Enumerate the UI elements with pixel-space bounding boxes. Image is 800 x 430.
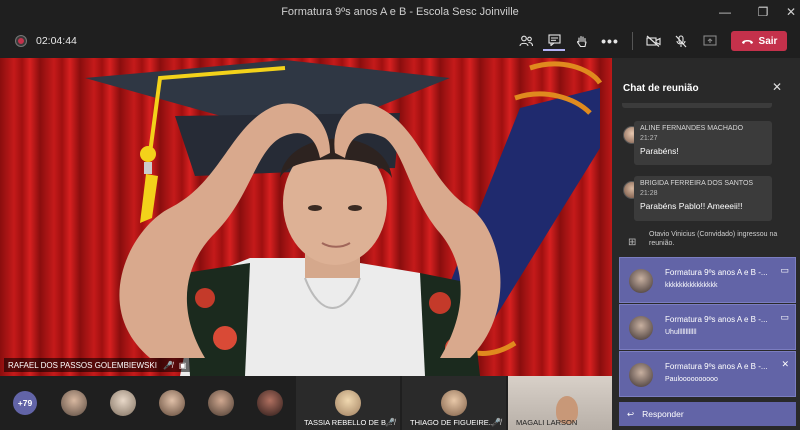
notification-avatar [629,316,653,340]
hang-up-icon [741,39,753,44]
meeting-timer: 02:04:44 [36,35,77,47]
chat-notification[interactable]: Formatura 9ºs anos A e B -... Pauloooooo… [619,351,796,397]
more-options-button[interactable]: ••• [599,31,621,51]
message-time: 21:27 [640,135,658,142]
previous-message-stub [622,103,772,108]
close-icon[interactable]: ✕ [776,0,800,24]
more-options-icon: ••• [601,33,619,49]
restore-icon[interactable]: ❐ [748,0,778,24]
participant-avatar[interactable] [159,390,185,416]
notification-avatar [629,363,653,387]
participant-joined-icon: ⊞ [628,237,637,248]
notification-text: Pauloooooooooo [665,376,718,383]
pin-icon: ▣ [178,360,187,370]
participant-tile[interactable]: THIAGO DE FIGUEIRE... 🎤̸ [402,376,506,430]
reply-icon: ↩ [627,408,635,419]
chat-title: Chat de reunião [623,83,699,94]
camera-toggle-button[interactable] [642,31,664,51]
window-title: Formatura 9ºs anos A e B - Escola Sesc J… [281,6,519,18]
speaker-name: RAFAEL DOS PASSOS GOLEMBIEWSKI [8,360,157,370]
meeting-chat-panel: Chat de reunião ✕ ALINE FERNANDES MACHAD… [612,58,800,430]
mic-off-icon: 🎤̸ [491,418,501,427]
share-screen-icon [703,35,717,46]
participants-button[interactable] [515,31,537,51]
mic-off-icon: 🎤̸ [385,418,395,427]
leave-button[interactable]: Sair [731,31,787,51]
chat-message[interactable]: ALINE FERNANDES MACHADO 21:27 Parabéns! [634,121,772,165]
chat-notification[interactable]: Formatura 9ºs anos A e B -... Uhulllllll… [619,304,796,350]
participant-tile[interactable]: MAGALI LARSON [508,376,612,430]
message-text: Parabéns Pablo!! Ameeeii!! [640,201,743,211]
microphone-off-icon [675,34,687,47]
minimize-icon[interactable]: — [710,0,740,24]
notification-avatar [629,269,653,293]
chat-header: Chat de reunião ✕ [612,58,800,94]
system-message: Otavio Vinicius (Convidado) ingressou na… [649,231,778,247]
dismiss-notification-icon[interactable]: ✕ [781,359,789,370]
leave-label: Sair [758,35,778,47]
message-text: Parabéns! [640,146,679,156]
chat-notification[interactable]: Formatura 9ºs anos A e B -... kkkkkkkkkk… [619,257,796,303]
notification-title: Formatura 9ºs anos A e B -... [665,315,768,324]
participant-name: THIAGO DE FIGUEIRE... [410,418,496,427]
message-time: 21:28 [640,190,658,197]
participant-avatar[interactable] [257,390,283,416]
mic-off-icon: 🎤̸ [162,360,173,370]
participant-strip: +79 TASSIA REBELLO DE B... 🎤̸ THIAGO DE … [0,376,612,430]
chat-message[interactable]: BRIGIDA FERREIRA DOS SANTOS 21:28 Parabé… [634,176,772,221]
microphone-toggle-button[interactable] [670,31,692,51]
recording-icon [16,36,26,46]
person-face [280,138,392,278]
chat-icon [547,34,561,46]
participant-avatar [441,390,467,416]
message-sender: BRIGIDA FERREIRA DOS SANTOS [640,180,754,187]
more-participants-button[interactable]: +79 [13,391,37,415]
participant-avatar[interactable] [61,390,87,416]
participant-name: MAGALI LARSON [516,418,578,427]
notification-title: Formatura 9ºs anos A e B -... [665,268,768,277]
notification-text: kkkkkkkkkkkkkkk [665,282,718,289]
close-chat-icon[interactable]: ✕ [772,80,782,94]
toolbar-divider [632,32,633,50]
main-video[interactable]: RAFAEL DOS PASSOS GOLEMBIEWSKI 🎤̸ ▣ [0,58,612,376]
reply-label: Responder [642,409,684,419]
chat-bubble-icon[interactable]: ▭ [780,265,789,276]
participant-avatar[interactable] [208,390,234,416]
notification-text: Uhullllllllllll [665,329,697,336]
message-sender: ALINE FERNANDES MACHADO [640,125,744,132]
raise-hand-button[interactable] [571,31,593,51]
reply-button[interactable]: ↩ Responder [619,402,796,426]
participant-avatar[interactable] [110,390,136,416]
chat-bubble-icon[interactable]: ▭ [780,312,789,323]
share-screen-button[interactable] [699,31,721,51]
participant-name: TASSIA REBELLO DE B... [304,418,393,427]
participant-avatar [335,390,361,416]
notification-title: Formatura 9ºs anos A e B -... [665,362,768,371]
window-titlebar: Formatura 9ºs anos A e B - Escola Sesc J… [0,0,800,24]
participant-tile[interactable]: TASSIA REBELLO DE B... 🎤̸ [296,376,400,430]
participants-icon [519,35,533,47]
chat-button[interactable] [543,31,565,51]
speaker-name-label: RAFAEL DOS PASSOS GOLEMBIEWSKI 🎤̸ ▣ [4,358,191,372]
raise-hand-icon [577,35,587,47]
camera-off-icon [645,35,661,47]
meeting-controls: 02:04:44 ••• Sair [0,24,800,58]
speaker-video-frame [85,60,603,376]
